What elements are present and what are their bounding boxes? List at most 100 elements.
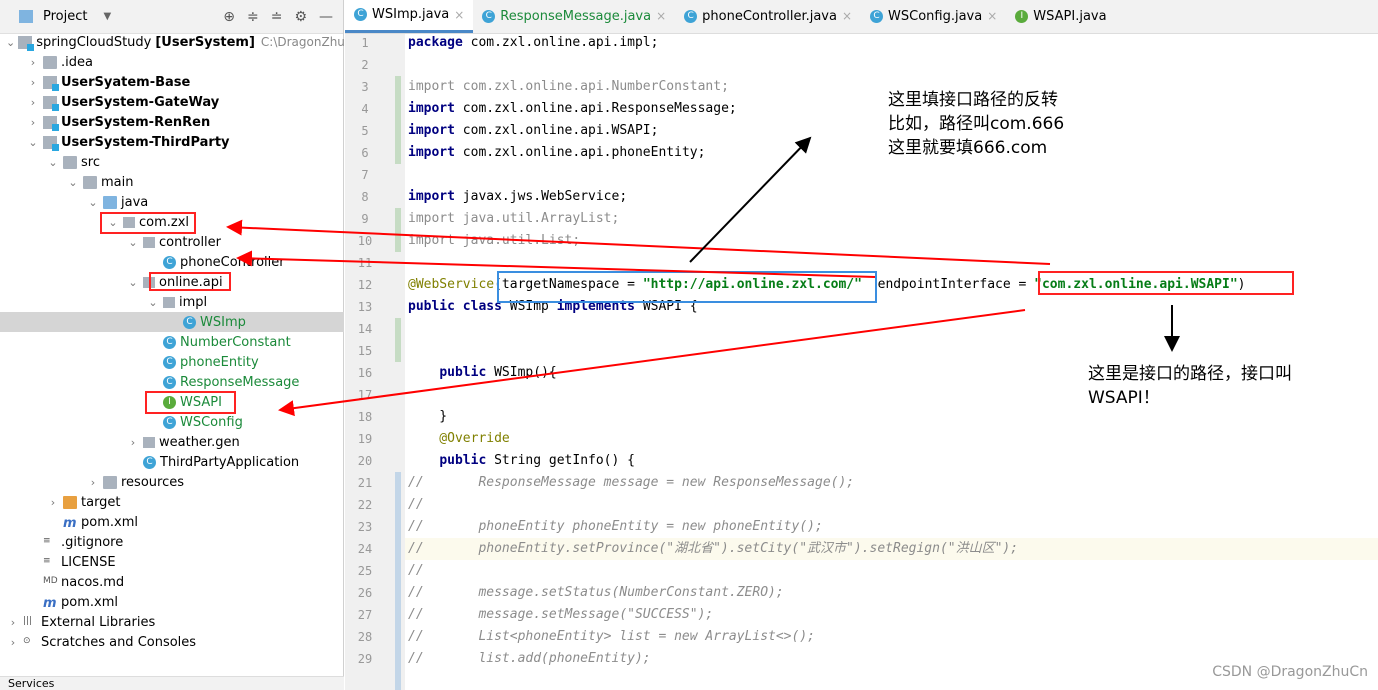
tree-item-label: src — [81, 154, 100, 170]
tree-item[interactable]: › ⊙ Scratches and Consoles — [0, 632, 344, 652]
project-panel-header: Project ▼ ⊕ ≑ ≐ ⚙ — — [0, 0, 343, 34]
tree-item[interactable]: › ||| External Libraries — [0, 612, 344, 632]
class-icon: C — [482, 9, 496, 23]
tree-item-label: impl — [179, 294, 208, 310]
editor-tab[interactable]: C ResponseMessage.java × — [473, 0, 675, 33]
class-icon: C — [354, 8, 367, 21]
chevron-down-icon[interactable]: ⌄ — [106, 216, 120, 229]
chevron-down-icon[interactable]: ⌄ — [86, 196, 100, 209]
line-number: 2 — [361, 58, 369, 72]
class-icon: C — [163, 355, 176, 369]
library-icon: ||| — [23, 615, 33, 626]
close-icon[interactable]: × — [656, 9, 666, 23]
chevron-right-icon[interactable]: › — [26, 76, 40, 89]
code-token: public — [439, 453, 495, 468]
line-number: 1 — [361, 36, 369, 50]
code-line: @WebService(targetNamespace = "http://ap… — [408, 274, 1245, 296]
locate-icon[interactable]: ⊕ — [223, 9, 235, 25]
code-line: import com.zxl.online.api.phoneEntity; — [408, 142, 705, 164]
class-icon: C — [870, 9, 884, 23]
tree-item[interactable]: C NumberConstant — [0, 332, 344, 352]
tree-item[interactable]: › weather.gen — [0, 432, 344, 452]
tree-item[interactable]: ⌄ UserSystem-ThirdParty — [0, 132, 344, 152]
close-icon[interactable]: × — [454, 8, 464, 22]
chevron-right-icon[interactable]: › — [6, 616, 20, 629]
project-title[interactable]: Project — [43, 9, 87, 24]
editor-tab[interactable]: I WSAPI.java — [1006, 0, 1115, 33]
tree-item[interactable]: › UserSystem-GateWay — [0, 92, 344, 112]
tree-item[interactable]: ⌄ controller — [0, 232, 344, 252]
chevron-right-icon[interactable]: › — [26, 116, 40, 129]
code-line: // phoneEntity.setProvince("湖北省").setCit… — [408, 538, 1018, 560]
chevron-down-icon[interactable]: ⌄ — [126, 276, 140, 289]
tree-item[interactable]: › UserSyatem-Base — [0, 72, 344, 92]
code-token: // ResponseMessage message = new Respons… — [408, 475, 855, 490]
chevron-down-icon[interactable]: ▼ — [103, 11, 111, 22]
tree-item[interactable]: › target — [0, 492, 344, 512]
chevron-right-icon[interactable]: › — [26, 96, 40, 109]
tree-item[interactable]: C WSConfig — [0, 412, 344, 432]
tree-item-label: com.zxl — [139, 214, 190, 230]
tree-item[interactable]: ⌄ impl — [0, 292, 344, 312]
line-number: 25 — [357, 564, 373, 578]
tree-item-label: pom.xml — [81, 514, 138, 530]
chevron-right-icon[interactable]: › — [26, 56, 40, 69]
tree-item[interactable]: I WSAPI — [0, 392, 344, 412]
tree-item-label: NumberConstant — [180, 334, 291, 350]
tree-item[interactable]: ⌄ main — [0, 172, 344, 192]
close-icon[interactable]: × — [842, 9, 852, 23]
tree-item[interactable]: ⌄ springCloudStudy [UserSystem] C:\DragonZh… — [0, 32, 368, 52]
expand-all-icon[interactable]: ≑ — [247, 9, 259, 25]
chevron-right-icon[interactable]: › — [86, 476, 100, 489]
chevron-down-icon[interactable]: ⌄ — [6, 36, 15, 49]
project-panel: Project ▼ ⊕ ≑ ≐ ⚙ — ⌄ springCloudStudy [Us… — [0, 0, 368, 690]
code-token: import — [408, 145, 463, 160]
tree-item[interactable]: m pom.xml — [0, 592, 344, 612]
services-tab[interactable]: Services — [0, 676, 344, 690]
tree-item[interactable]: C ThirdPartyApplication — [0, 452, 344, 472]
chevron-right-icon[interactable]: › — [126, 436, 140, 449]
tree-item[interactable]: C ResponseMessage — [0, 372, 344, 392]
tree-item[interactable]: CphoneController — [0, 252, 344, 272]
code-line: package com.zxl.online.api.impl; — [408, 32, 658, 54]
gear-icon[interactable]: ⚙ — [294, 9, 307, 25]
tree-item[interactable]: MD nacos.md — [0, 572, 344, 592]
tree-item-label: ResponseMessage — [180, 374, 300, 390]
code-token: // phoneEntity phoneEntity = new phoneEn… — [408, 519, 823, 534]
collapse-all-icon[interactable]: ≐ — [271, 9, 283, 25]
minimize-icon[interactable]: — — [319, 9, 333, 25]
code-token: // List<phoneEntity> list = new ArrayLis… — [408, 629, 815, 644]
tree-item[interactable]: › .idea — [0, 52, 344, 72]
editor-tab[interactable]: C WSConfig.java × — [861, 0, 1006, 33]
tree-item[interactable]: ⌄ src — [0, 152, 344, 172]
chevron-down-icon[interactable]: ⌄ — [26, 136, 40, 149]
editor-tab[interactable]: C WSImp.java × — [345, 0, 474, 33]
tree-item[interactable]: CphoneEntity — [0, 352, 344, 372]
chevron-down-icon[interactable]: ⌄ — [126, 236, 140, 249]
tree-item-label: Scratches and Consoles — [41, 634, 197, 650]
file-icon: ≡ — [43, 535, 51, 546]
change-marker — [395, 208, 401, 252]
chevron-right-icon[interactable]: › — [6, 636, 20, 649]
tree-item[interactable]: ⌄ java — [0, 192, 344, 212]
line-number: 3 — [361, 80, 369, 94]
package-icon — [143, 276, 155, 288]
chevron-down-icon[interactable]: ⌄ — [46, 156, 60, 169]
tree-item[interactable]: › resources — [0, 472, 344, 492]
code-token: com.zxl.online.api.ResponseMessage; — [462, 101, 737, 116]
tree-item[interactable]: ⌄ com.zxl — [0, 212, 344, 232]
editor-tab[interactable]: CphoneController.java × — [675, 0, 861, 33]
tree-item[interactable]: ≡ LICENSE — [0, 552, 344, 572]
tree-item[interactable]: ⌄ online.api — [0, 272, 344, 292]
chevron-down-icon[interactable]: ⌄ — [146, 296, 160, 309]
change-marker — [395, 76, 401, 164]
tree-item[interactable]: m pom.xml — [0, 512, 344, 532]
markdown-icon: MD — [43, 575, 58, 586]
code-line: } — [408, 406, 447, 428]
close-icon[interactable]: × — [987, 9, 997, 23]
chevron-right-icon[interactable]: › — [46, 496, 60, 509]
chevron-down-icon[interactable]: ⌄ — [66, 176, 80, 189]
tree-item[interactable]: ≡ .gitignore — [0, 532, 344, 552]
tree-item[interactable]: C WSImp — [0, 312, 344, 332]
tree-item[interactable]: › UserSystem-RenRen — [0, 112, 344, 132]
